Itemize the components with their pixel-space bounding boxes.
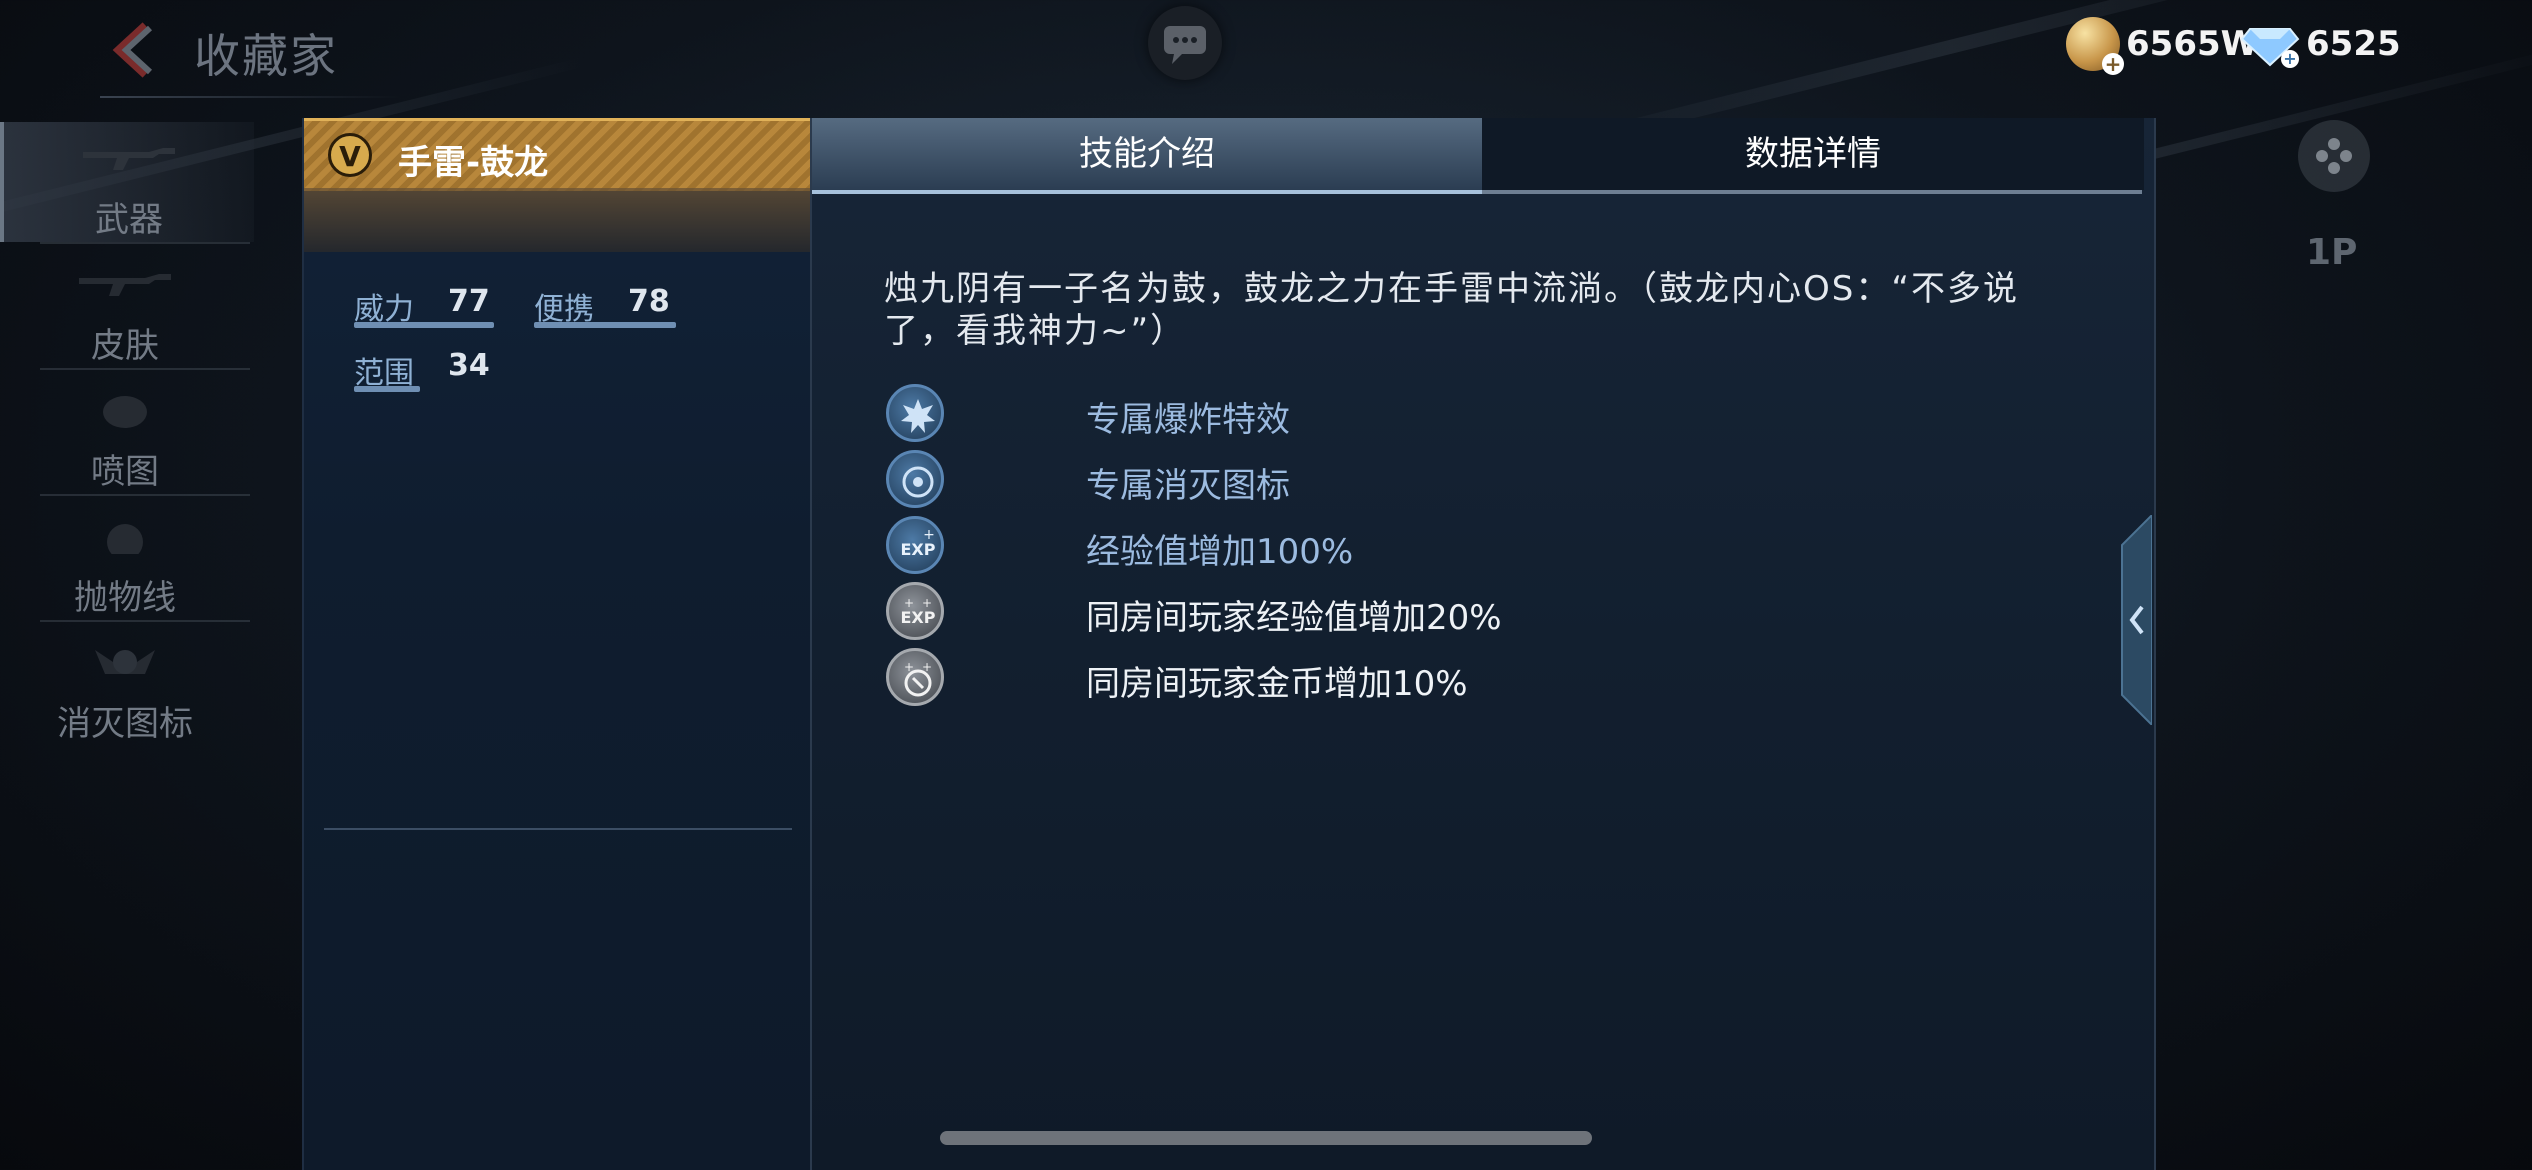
diamond-currency[interactable]: + 6525 <box>2240 16 2401 72</box>
sidebar-item-skin[interactable]: 皮肤 <box>0 248 250 368</box>
exp-boost-icon: EXP + <box>886 516 944 574</box>
player-indicator: 1P <box>2306 232 2358 273</box>
svg-text:EXP: EXP <box>901 608 936 627</box>
sidebar-item-trajectory[interactable]: 抛物线 <box>0 500 250 620</box>
tab-data-details[interactable]: 数据详情 <box>1482 118 2144 190</box>
svg-text:+: + <box>2283 49 2296 68</box>
sidebar-item-label: 武器 <box>95 200 163 240</box>
panel-divider <box>324 828 792 830</box>
horizontal-scrollbar[interactable] <box>940 1131 1592 1145</box>
explosion-icon <box>886 384 944 442</box>
feature-label: 专属消灭图标 <box>1086 466 1290 506</box>
feature-label: 同房间玩家金币增加10% <box>1086 664 1468 704</box>
room-gold-icon: + + <box>886 648 944 706</box>
chevron-left-icon <box>2121 512 2153 728</box>
gold-coin-icon: + <box>2066 17 2124 75</box>
skull-wings-icon <box>95 650 155 674</box>
skill-description: 烛九阴有一子名为鼓，鼓龙之力在手雷中流淌。（鼓龙内心OS：“不多说 了，看我神力… <box>884 268 2084 352</box>
stat-value-power: 77 <box>448 284 490 319</box>
kill-badge-icon <box>886 450 944 508</box>
gold-currency[interactable]: + 6565W <box>2066 16 2259 75</box>
feature-label: 经验值增加100% <box>1086 532 1354 572</box>
stat-underline <box>534 322 676 328</box>
rifle-icon <box>83 148 175 170</box>
spray-icon <box>103 396 147 428</box>
svg-text:+: + <box>923 527 935 543</box>
diamond-icon: + <box>2240 19 2300 69</box>
svg-text:+: + <box>904 660 914 674</box>
back-arrow-icon <box>112 22 153 78</box>
quality-badge-icon: V <box>328 133 372 177</box>
diamond-amount: 6525 <box>2306 24 2401 64</box>
gamepad-button[interactable] <box>2298 120 2370 192</box>
sidebar-item-label: 消灭图标 <box>57 704 193 744</box>
active-tab-indicator <box>812 190 1482 194</box>
stat-value-portability: 78 <box>628 284 670 319</box>
title-underline <box>100 96 400 98</box>
sidebar-item-label: 抛物线 <box>74 578 176 618</box>
sidebar-item-label: 喷图 <box>91 452 159 492</box>
gamepad-icon <box>2316 138 2352 174</box>
sidebar-divider <box>40 368 250 370</box>
item-header-shade <box>304 188 812 252</box>
sidebar-item-weapon[interactable]: 武器 <box>0 122 254 242</box>
feature-label: 专属爆炸特效 <box>1086 400 1290 440</box>
svg-text:+: + <box>922 596 932 610</box>
feature-label: 同房间玩家经验值增加20% <box>1086 598 1502 638</box>
chat-bubble-icon <box>1164 26 1206 64</box>
trajectory-icon <box>107 524 143 554</box>
item-info-panel: V 手雷-鼓龙 威力 77 便携 78 范围 34 <box>302 118 812 1170</box>
stat-underline <box>354 322 494 328</box>
sidebar-divider <box>40 620 250 622</box>
detail-panel: 技能介绍 数据详情 烛九阴有一子名为鼓，鼓龙之力在手雷中流淌。（鼓龙内心OS：“… <box>810 118 2156 1170</box>
tab-skill-intro[interactable]: 技能介绍 <box>812 118 1482 190</box>
skin-gun-icon <box>79 274 171 296</box>
description-line: 了，看我神力~”） <box>884 311 1187 351</box>
page-title: 收藏家 <box>194 29 338 83</box>
weapon-name: 手雷-鼓龙 <box>398 143 549 183</box>
chat-button[interactable] <box>1148 6 1222 80</box>
sidebar-item-spray[interactable]: 喷图 <box>0 374 250 494</box>
item-name-header: V 手雷-鼓龙 <box>304 118 812 191</box>
back-button[interactable] <box>100 18 164 82</box>
sidebar-divider <box>40 494 250 496</box>
room-exp-icon: EXP + + <box>886 582 944 640</box>
gold-amount: 6565W <box>2126 24 2259 64</box>
svg-text:+: + <box>904 596 914 610</box>
svg-text:+: + <box>922 660 932 674</box>
collapse-panel-button[interactable] <box>2118 512 2153 728</box>
sidebar-item-label: 皮肤 <box>91 326 159 366</box>
description-line: 烛九阴有一子名为鼓，鼓龙之力在手雷中流淌。（鼓龙内心OS：“不多说 <box>884 269 2019 309</box>
sidebar-divider <box>40 242 250 244</box>
stat-underline <box>354 386 420 392</box>
stat-value-range: 34 <box>448 348 490 383</box>
sidebar-item-kill-icon[interactable]: 消灭图标 <box>0 626 250 746</box>
